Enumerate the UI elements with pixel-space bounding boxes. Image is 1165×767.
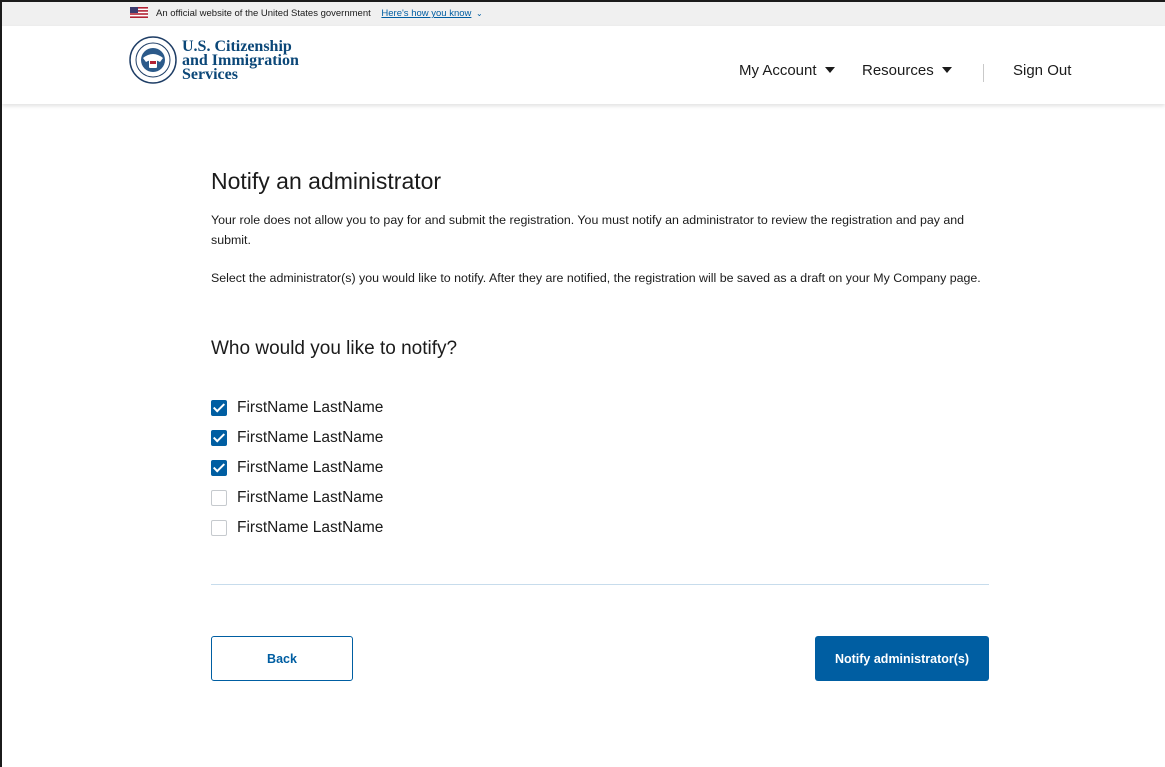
gov-banner: An official website of the United States… <box>2 2 1165 26</box>
resources-label: Resources <box>862 62 934 79</box>
nav-divider <box>983 64 984 82</box>
dhs-seal-icon <box>129 36 177 84</box>
administrator-option[interactable]: FirstName LastName <box>211 393 383 423</box>
checkbox-checked[interactable] <box>211 460 227 476</box>
back-button[interactable]: Back <box>211 636 353 681</box>
notify-question: Who would you like to notify? <box>211 338 458 359</box>
administrator-name: FirstName LastName <box>237 489 384 506</box>
instructions-text: Select the administrator(s) you would li… <box>211 271 981 285</box>
gov-banner-label: An official website of the United States… <box>156 8 371 19</box>
role-notice-text: Your role does not allow you to pay for … <box>211 213 965 247</box>
administrator-option[interactable]: FirstName LastName <box>211 483 383 513</box>
administrator-option[interactable]: FirstName LastName <box>211 423 383 453</box>
checkbox-unchecked[interactable] <box>211 490 227 506</box>
administrator-name: FirstName LastName <box>237 399 384 416</box>
caret-down-icon <box>941 67 952 73</box>
sign-out-link[interactable]: Sign Out <box>1013 62 1071 79</box>
heres-how-you-know-link[interactable]: Here's how you know <box>381 8 471 19</box>
agency-name[interactable]: U.S. Citizenship and Immigration Service… <box>182 39 299 83</box>
resources-menu[interactable]: Resources <box>862 62 952 79</box>
administrator-name: FirstName LastName <box>237 459 384 476</box>
checkbox-unchecked[interactable] <box>211 520 227 536</box>
administrator-name: FirstName LastName <box>237 519 384 536</box>
administrator-name: FirstName LastName <box>237 429 384 446</box>
administrator-option[interactable]: FirstName LastName <box>211 513 383 543</box>
caret-down-icon <box>824 67 835 73</box>
page-title: Notify an administrator <box>211 168 442 194</box>
gov-banner-text: An official website of the United States… <box>156 8 483 19</box>
chevron-down-icon[interactable]: ⌄ <box>476 9 483 18</box>
checkbox-checked[interactable] <box>211 400 227 416</box>
agency-line-3: Services <box>182 66 238 83</box>
site-header: U.S. Citizenship and Immigration Service… <box>2 26 1165 104</box>
notify-administrators-button[interactable]: Notify administrator(s) <box>815 636 989 681</box>
checkbox-checked[interactable] <box>211 430 227 446</box>
page-frame <box>0 0 1165 767</box>
my-account-menu[interactable]: My Account <box>739 62 835 79</box>
administrator-checklist: FirstName LastName FirstName LastName Fi… <box>211 393 383 543</box>
section-divider <box>211 584 989 585</box>
administrator-option[interactable]: FirstName LastName <box>211 453 383 483</box>
my-account-label: My Account <box>739 62 817 79</box>
us-flag-icon <box>130 7 148 18</box>
